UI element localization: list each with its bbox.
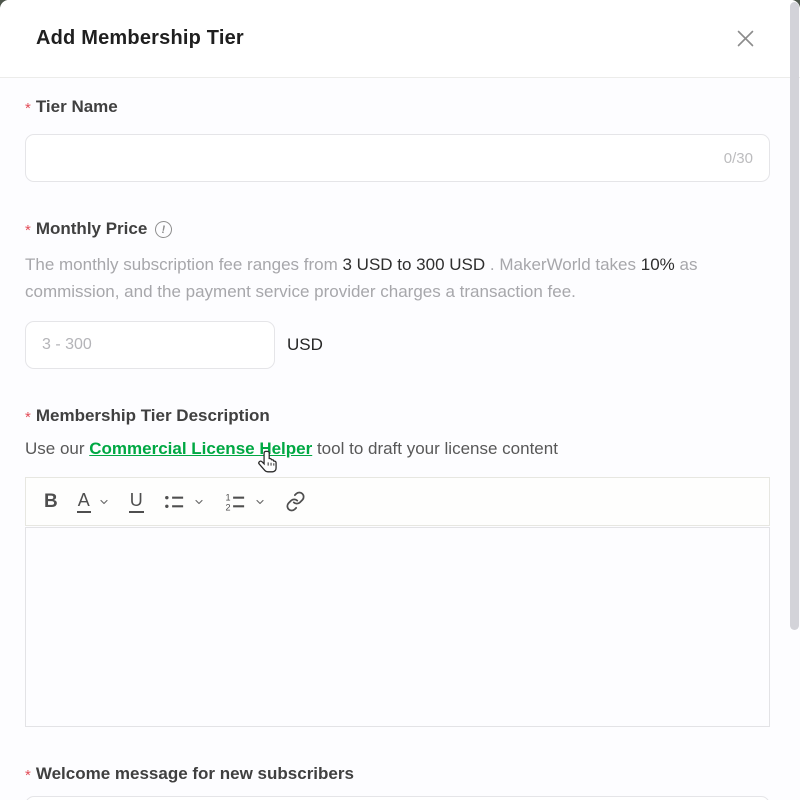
price-desc-text: The monthly subscription fee ranges from xyxy=(25,255,342,274)
price-input-wrapper xyxy=(25,321,275,369)
tier-description-label: * Membership Tier Description xyxy=(25,406,770,426)
link-button[interactable] xyxy=(285,491,306,512)
underline-button[interactable]: U xyxy=(129,491,144,513)
modal-title: Add Membership Tier xyxy=(36,27,244,50)
scrollbar-thumb[interactable] xyxy=(790,2,799,630)
underline-icon: U xyxy=(129,491,144,513)
ordered-list-group: 1 2 xyxy=(224,490,266,513)
tier-description-label-text: Membership Tier Description xyxy=(36,406,270,426)
rich-text-editor: B A U xyxy=(25,477,770,727)
chevron-down-icon xyxy=(98,496,110,508)
close-button[interactable] xyxy=(732,26,758,52)
bullet-list-button[interactable] xyxy=(163,490,186,513)
welcome-message-label: * Welcome message for new subscribers xyxy=(25,764,770,784)
description-editor-area[interactable] xyxy=(25,527,770,727)
price-range-text: 3 USD to 300 USD xyxy=(342,255,485,274)
currency-label: USD xyxy=(287,335,323,355)
welcome-message-input-wrapper xyxy=(25,796,770,800)
monthly-price-description: The monthly subscription fee ranges from… xyxy=(25,251,737,305)
commercial-license-helper-link[interactable]: Commercial License Helper xyxy=(89,439,312,458)
required-asterisk: * xyxy=(25,409,31,426)
required-asterisk: * xyxy=(25,100,31,117)
tier-name-input-wrapper: 0/30 xyxy=(25,134,770,182)
info-icon[interactable]: ! xyxy=(154,219,174,239)
welcome-message-label-text: Welcome message for new subscribers xyxy=(36,764,354,784)
bullet-list-icon xyxy=(163,490,186,513)
bullet-list-group xyxy=(163,490,205,513)
text-color-dropdown[interactable] xyxy=(98,496,110,508)
monthly-price-label-text: Monthly Price xyxy=(36,219,147,239)
ordered-list-button[interactable]: 1 2 xyxy=(224,490,247,513)
bold-icon: B xyxy=(44,492,58,511)
text-color-group: A xyxy=(77,491,110,513)
text-color-icon: A xyxy=(77,491,91,513)
bullet-list-dropdown[interactable] xyxy=(193,496,205,508)
price-row: USD xyxy=(25,321,770,369)
bold-button[interactable]: B xyxy=(44,492,58,511)
monthly-price-label: * Monthly Price ! xyxy=(25,219,770,239)
tier-name-char-counter: 0/30 xyxy=(724,150,753,167)
add-membership-tier-modal: Add Membership Tier * Tier Name 0/30 * M… xyxy=(0,0,800,800)
chevron-down-icon xyxy=(193,496,205,508)
tier-name-label: * Tier Name xyxy=(25,97,770,117)
link-icon xyxy=(285,491,306,512)
modal-header: Add Membership Tier xyxy=(0,0,800,78)
commission-pct-text: 10% xyxy=(641,255,675,274)
required-asterisk: * xyxy=(25,767,31,784)
svg-text:1: 1 xyxy=(225,493,230,503)
close-icon xyxy=(737,30,754,47)
monthly-price-input[interactable] xyxy=(42,336,258,354)
helper-prefix-text: Use our xyxy=(25,439,89,458)
ordered-list-icon: 1 2 xyxy=(224,490,247,513)
editor-toolbar: B A U xyxy=(25,477,770,526)
required-asterisk: * xyxy=(25,222,31,239)
ordered-list-dropdown[interactable] xyxy=(254,496,266,508)
tier-name-label-text: Tier Name xyxy=(36,97,118,117)
modal-body: * Tier Name 0/30 * Monthly Price ! The m… xyxy=(0,78,800,800)
license-helper-line: Use our Commercial License Helper tool t… xyxy=(25,439,770,459)
svg-text:2: 2 xyxy=(225,503,230,513)
chevron-down-icon xyxy=(254,496,266,508)
price-desc-text: . MakerWorld takes xyxy=(485,255,641,274)
helper-suffix-text: tool to draft your license content xyxy=(312,439,558,458)
tier-name-input[interactable] xyxy=(42,149,712,167)
text-color-button[interactable]: A xyxy=(77,491,91,513)
